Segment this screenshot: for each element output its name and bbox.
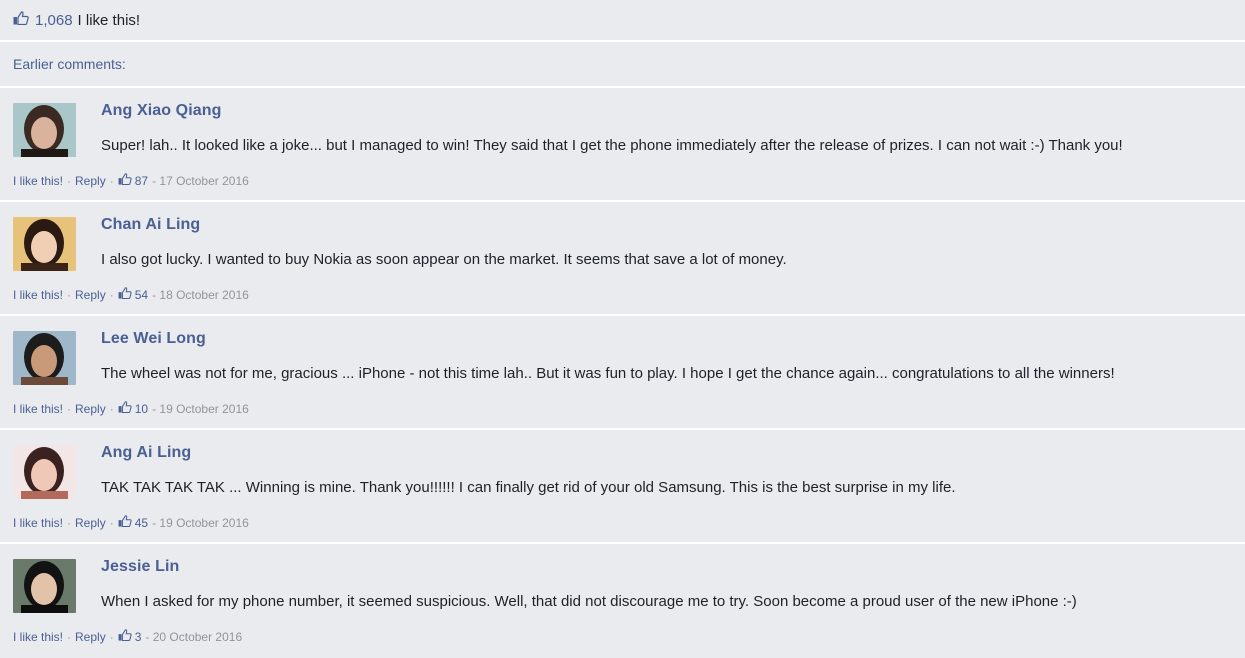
- reply-link[interactable]: Reply: [75, 174, 106, 188]
- like-link[interactable]: I like this!: [13, 288, 63, 302]
- separator-dot: ·: [109, 287, 114, 302]
- commenter-name[interactable]: Ang Xiao Qiang: [101, 102, 222, 120]
- separator-dot: ·: [67, 629, 72, 644]
- commenter-name[interactable]: Chan Ai Ling: [101, 216, 200, 234]
- comment-like-count: 3: [134, 629, 142, 644]
- separator-dot: ·: [109, 515, 114, 530]
- page-like-text: I like this!: [77, 11, 141, 29]
- comment-date: - 19 October 2016: [152, 401, 249, 416]
- comments-widget: 1,068 I like this! Earlier comments: Ang…: [0, 0, 1245, 652]
- comment-text: The wheel was not for me, gracious ... i…: [101, 365, 1115, 382]
- separator-dot: ·: [67, 515, 72, 530]
- avatar[interactable]: [13, 217, 76, 271]
- comment-date: - 17 October 2016: [152, 173, 249, 188]
- thumbs-up-icon: [118, 401, 132, 416]
- separator-dot: ·: [67, 287, 72, 302]
- reply-link[interactable]: Reply: [75, 402, 106, 416]
- separator-dot: ·: [109, 173, 114, 188]
- comment-date: - 20 October 2016: [145, 629, 243, 644]
- reply-link[interactable]: Reply: [75, 516, 106, 530]
- comment-list: Ang Xiao Qiang Super! lah.. It looked li…: [0, 88, 1245, 658]
- comment-actions: I like this! · Reply · 87 - 17 October 2…: [13, 173, 249, 188]
- comment-text: When I asked for my phone number, it see…: [101, 593, 1077, 610]
- comment-item: Ang Ai Ling TAK TAK TAK TAK ... Winning …: [0, 430, 1245, 544]
- thumbs-up-icon: [118, 173, 132, 188]
- comment-actions: I like this! · Reply · 45 - 19 October 2…: [13, 515, 249, 530]
- comment-item: Ang Xiao Qiang Super! lah.. It looked li…: [0, 88, 1245, 202]
- thumbs-up-icon: [118, 515, 132, 530]
- comment-text: TAK TAK TAK TAK ... Winning is mine. Tha…: [101, 479, 956, 496]
- like-link[interactable]: I like this!: [13, 402, 63, 416]
- comment-item: Lee Wei Long The wheel was not for me, g…: [0, 316, 1245, 430]
- comment-item: Jessie Lin When I asked for my phone num…: [0, 544, 1245, 658]
- reply-link[interactable]: Reply: [75, 288, 106, 302]
- separator-dot: ·: [109, 629, 114, 644]
- separator-dot: ·: [109, 401, 114, 416]
- comment-actions: I like this! · Reply · 54 - 18 October 2…: [13, 287, 249, 302]
- thumbs-up-icon[interactable]: [13, 11, 29, 29]
- comment-actions: I like this! · Reply · 10 - 19 October 2…: [13, 401, 249, 416]
- reply-link[interactable]: Reply: [75, 630, 106, 644]
- comment-item: Chan Ai Ling I also got lucky. I wanted …: [0, 202, 1245, 316]
- comment-like-count: 87: [134, 173, 149, 188]
- avatar[interactable]: [13, 445, 76, 499]
- like-link[interactable]: I like this!: [13, 516, 63, 530]
- thumbs-up-icon: [118, 629, 132, 644]
- page-like-count: 1,068: [35, 11, 73, 29]
- commenter-name[interactable]: Jessie Lin: [101, 558, 179, 576]
- thumbs-up-icon: [118, 287, 132, 302]
- comment-like-count: 45: [134, 515, 149, 530]
- comment-like-count: 10: [134, 401, 149, 416]
- comment-text: I also got lucky. I wanted to buy Nokia …: [101, 251, 787, 268]
- commenter-name[interactable]: Ang Ai Ling: [101, 444, 191, 462]
- commenter-name[interactable]: Lee Wei Long: [101, 330, 206, 348]
- comment-date: - 19 October 2016: [152, 515, 249, 530]
- avatar[interactable]: [13, 331, 76, 385]
- comment-like-count: 54: [134, 287, 149, 302]
- page-likes-bar: 1,068 I like this!: [0, 0, 1245, 42]
- comment-actions: I like this! · Reply · 3 - 20 October 20…: [13, 629, 242, 644]
- comment-date: - 18 October 2016: [152, 287, 249, 302]
- separator-dot: ·: [67, 173, 72, 188]
- like-link[interactable]: I like this!: [13, 174, 63, 188]
- comment-text: Super! lah.. It looked like a joke... bu…: [101, 137, 1123, 154]
- like-link[interactable]: I like this!: [13, 630, 63, 644]
- avatar[interactable]: [13, 103, 76, 157]
- separator-dot: ·: [67, 401, 72, 416]
- avatar[interactable]: [13, 559, 76, 613]
- earlier-comments-link[interactable]: Earlier comments:: [0, 42, 1245, 88]
